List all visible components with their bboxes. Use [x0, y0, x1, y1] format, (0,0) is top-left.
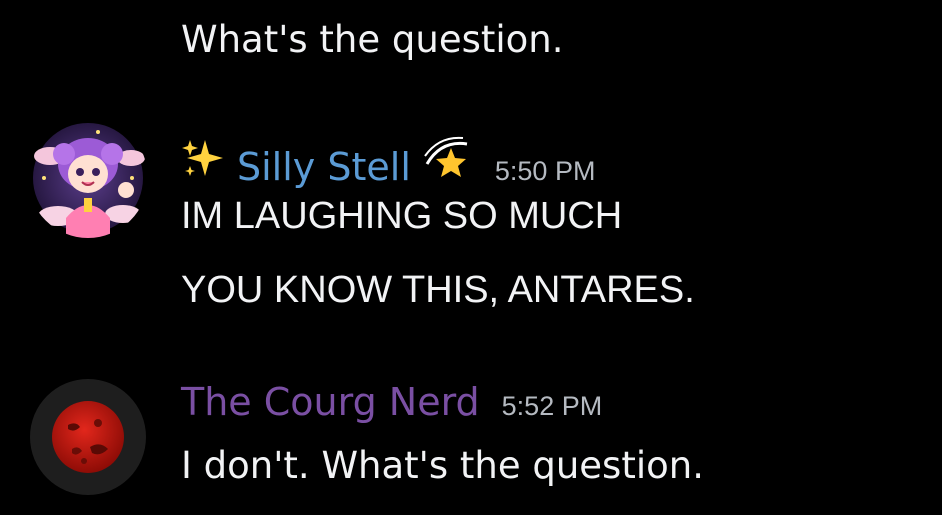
message-text: What's the question.	[181, 18, 564, 61]
message-timestamp[interactable]: 5:52 PM	[502, 391, 603, 422]
sparkles-icon	[181, 136, 225, 184]
red-planet-avatar-icon	[30, 379, 146, 495]
anime-girl-avatar-icon	[28, 118, 148, 238]
message-text: I don't. What's the question.	[181, 444, 704, 487]
dizzy-star-icon	[421, 134, 473, 184]
chat-message-list: What's the question. Silly Stell 5:50 PM…	[0, 0, 942, 515]
username[interactable]: Silly Stell	[237, 145, 411, 189]
username[interactable]: The Courg Nerd	[181, 380, 480, 424]
message-header: The Courg Nerd 5:52 PM	[181, 380, 602, 424]
user-avatar[interactable]	[28, 118, 148, 238]
message-text: IM LAUGHING SO MUCH	[181, 195, 623, 237]
message-text: YOU KNOW THIS, ANTARES.	[181, 269, 695, 311]
message-timestamp[interactable]: 5:50 PM	[495, 156, 596, 187]
user-avatar[interactable]	[28, 377, 148, 497]
message-header: Silly Stell 5:50 PM	[181, 134, 595, 189]
